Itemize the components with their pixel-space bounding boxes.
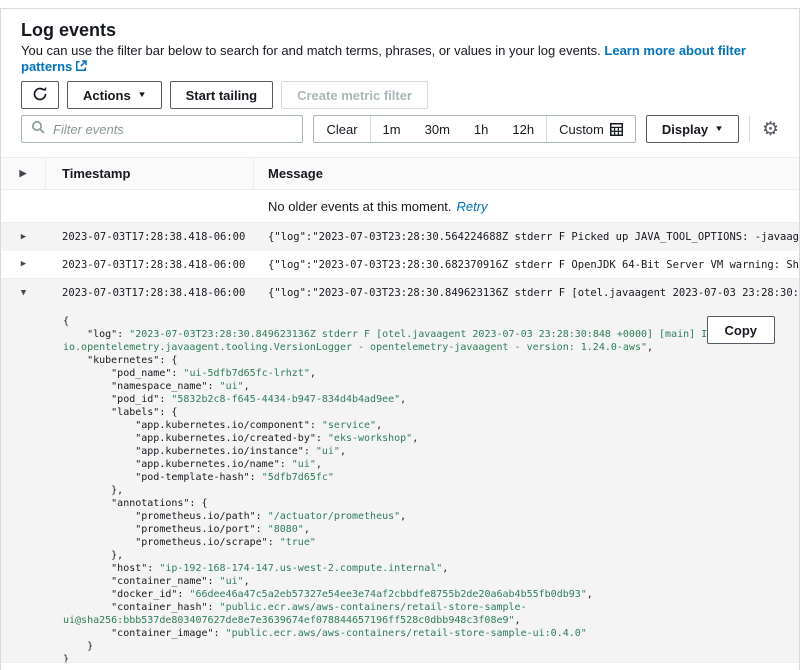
search-icon: [31, 120, 45, 139]
filter-bar: Clear1m30m1h12hCustom Display▼ ⚙: [1, 109, 799, 157]
time-range-clear[interactable]: Clear: [314, 116, 369, 142]
actions-button[interactable]: Actions▼: [67, 81, 162, 109]
search-box[interactable]: [21, 115, 303, 143]
display-button[interactable]: Display▼: [646, 115, 739, 143]
toolbar: Actions▼ Start tailing Create metric fil…: [1, 76, 799, 109]
bottom-strip: [1, 663, 799, 670]
no-older-events-row: No older events at this moment. Retry: [1, 190, 799, 223]
expanded-log-panel: { "log": "2023-07-03T23:28:30.849623136Z…: [1, 307, 799, 663]
vertical-divider: [749, 116, 750, 142]
expand-all-cell[interactable]: ▶: [1, 158, 46, 189]
gear-icon: ⚙: [762, 119, 779, 140]
empty-notice: No older events at this moment.: [268, 199, 452, 214]
log-events-panel: Log events You can use the filter bar be…: [0, 8, 800, 670]
copy-button[interactable]: Copy: [707, 316, 776, 344]
retry-link[interactable]: Retry: [457, 199, 488, 214]
timestamp-cell: 2023-07-03T17:28:38.418-06:00: [46, 223, 254, 251]
page-header: Log events You can use the filter bar be…: [1, 9, 799, 76]
time-range-1m[interactable]: 1m: [371, 116, 413, 142]
timestamp-column-header: Timestamp: [46, 158, 254, 189]
expanded-log-json: { "log": "2023-07-03T23:28:30.849623136Z…: [63, 315, 779, 663]
collapse-icon[interactable]: ▼: [21, 289, 26, 298]
page-title: Log events: [21, 21, 779, 40]
message-cell: {"log":"2023-07-03T23:28:30.849623136Z s…: [254, 279, 799, 307]
time-range-1h[interactable]: 1h: [462, 116, 500, 142]
expand-icon[interactable]: ▶: [21, 233, 26, 242]
expand-icon[interactable]: ▶: [20, 169, 27, 178]
refresh-button[interactable]: [21, 81, 59, 109]
chevron-down-icon: ▼: [714, 125, 724, 133]
time-range-custom[interactable]: Custom: [547, 116, 635, 142]
time-range-12h[interactable]: 12h: [500, 116, 546, 142]
timestamp-cell: 2023-07-03T17:28:38.418-06:00: [46, 251, 254, 278]
settings-button[interactable]: ⚙: [760, 120, 779, 139]
log-rows: ▶ 2023-07-03T17:28:38.418-06:00{"log":"20…: [1, 223, 799, 307]
timestamp-cell: 2023-07-03T17:28:38.418-06:00: [46, 279, 254, 307]
log-event-row[interactable]: ▶ 2023-07-03T17:28:38.418-06:00{"log":"20…: [1, 251, 799, 279]
message-cell: {"log":"2023-07-03T23:28:30.682370916Z s…: [254, 251, 799, 278]
table-header: ▶ Timestamp Message: [1, 157, 799, 190]
external-link-icon: [75, 60, 87, 76]
page-description: You can use the filter bar below to sear…: [21, 43, 779, 76]
log-event-row[interactable]: ▼ 2023-07-03T17:28:38.418-06:00{"log":"20…: [1, 279, 799, 307]
refresh-icon: [32, 86, 48, 105]
start-tailing-button[interactable]: Start tailing: [170, 81, 274, 109]
message-cell: {"log":"2023-07-03T23:28:30.564224688Z s…: [254, 223, 799, 251]
calendar-icon: [610, 123, 623, 136]
log-event-row[interactable]: ▶ 2023-07-03T17:28:38.418-06:00{"log":"20…: [1, 223, 799, 251]
chevron-down-icon: ▼: [137, 91, 147, 99]
filter-events-input[interactable]: [51, 121, 293, 138]
time-range-30m[interactable]: 30m: [413, 116, 462, 142]
create-metric-filter-button: Create metric filter: [281, 81, 428, 109]
expand-icon[interactable]: ▶: [21, 260, 26, 269]
time-range-group: Clear1m30m1h12hCustom: [313, 115, 635, 143]
message-column-header: Message: [254, 158, 799, 189]
